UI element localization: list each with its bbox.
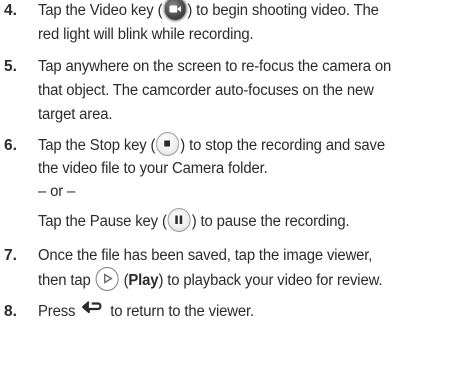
- manual-page: 4. Tap the Video key ( ) to begin shootin…: [0, 0, 473, 386]
- step-6-line-1: Tap the Stop key ( ) to stop the recordin…: [38, 132, 385, 156]
- step-5-line-1: Tap anywhere on the screen to re-focus t…: [38, 58, 392, 75]
- play-label: Play: [128, 272, 159, 290]
- step-6-line-2: the video file to your Camera folder.: [38, 160, 268, 177]
- pause-icon: [167, 208, 191, 232]
- step-7-number: 7.: [4, 247, 17, 264]
- step-8-line-1: Press to return to the viewer.: [38, 300, 254, 322]
- step-4-text-after: ) to begin shooting video. The: [187, 2, 379, 20]
- step-6-number: 6.: [4, 137, 17, 154]
- step-4-line-1: Tap the Video key ( ) to begin shooting v…: [38, 0, 379, 21]
- step-8-text-before: Press: [38, 303, 76, 320]
- step-7-text-after: to playback your video for review.: [167, 272, 383, 290]
- step-5-line-2: that object. The camcorder auto-focuses …: [38, 82, 374, 99]
- step-6-alt-before: Tap the Pause key (: [38, 213, 167, 231]
- step-8-text-after: to return to the viewer.: [110, 303, 254, 320]
- step-7-line-2: then tap (Play) to playback your video f…: [38, 267, 383, 291]
- step-6-text-after: ) to stop the recording and save: [180, 137, 385, 155]
- stop-icon: [156, 132, 180, 156]
- step-7-line-1: Once the file has been saved, tap the im…: [38, 247, 373, 264]
- step-7-text-before: then tap: [38, 272, 91, 290]
- step-6-or-separator: – or –: [38, 183, 76, 200]
- step-5-number: 5.: [4, 58, 17, 75]
- step-4-number: 4.: [4, 2, 17, 19]
- video-camera-icon: [163, 0, 187, 21]
- step-4-line-2: red light will blink while recording.: [38, 26, 254, 43]
- back-arrow-icon: [81, 300, 104, 320]
- step-6-text-before: Tap the Stop key (: [38, 137, 156, 155]
- step-5-line-3: target area.: [38, 106, 113, 123]
- step-4-text-before: Tap the Video key (: [38, 2, 163, 20]
- step-6-alt-after: ) to pause the recording.: [191, 213, 350, 231]
- step-8-number: 8.: [4, 303, 17, 320]
- play-icon: [95, 267, 119, 291]
- step-6-alt-line: Tap the Pause key ( ) to pause the record…: [38, 208, 350, 232]
